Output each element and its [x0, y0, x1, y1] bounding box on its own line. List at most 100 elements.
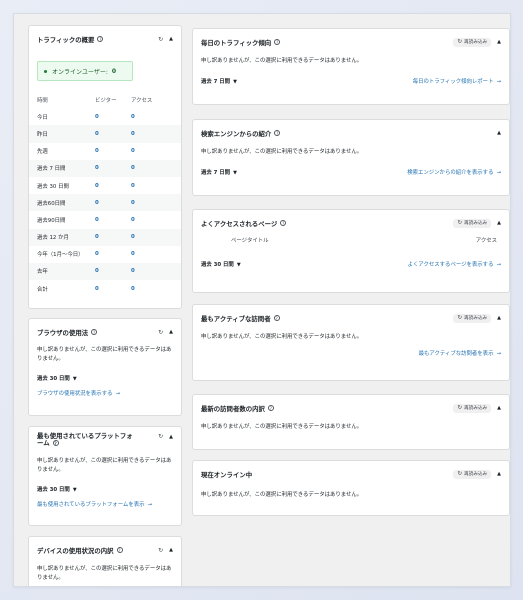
refresh-icon[interactable]: ↻ [158, 547, 163, 554]
reload-button[interactable]: ↻ 再読み込み [453, 469, 492, 479]
info-icon[interactable]: ? [97, 36, 104, 42]
table-header-row: 時間 ビジター アクセス [29, 91, 181, 108]
daily-traffic-header: 毎日のトラフィック傾向 ? ↻ 再読み込み ▲ [193, 29, 509, 55]
table-row: 過去 12 か月 0 0 [29, 228, 181, 246]
link-label: 最も使用されているプラットフォームを表示 [37, 502, 145, 508]
row-visits-value[interactable]: 0 [131, 246, 181, 263]
card-title: 現在オンライン中 [201, 470, 253, 479]
collapse-toggle-icon[interactable]: ▲ [497, 130, 501, 136]
period-dropdown[interactable]: 過去 30 日間 ▼ [37, 485, 77, 493]
row-visitors-value[interactable]: 0 [95, 280, 131, 297]
row-visitors-value[interactable]: 0 [95, 108, 131, 125]
view-search-referrals-link[interactable]: 検索エンジンからの紹介を表示する → [407, 168, 501, 176]
reload-icon: ↻ [457, 315, 463, 321]
refresh-icon[interactable]: ↻ [158, 36, 163, 43]
right-column: 毎日のトラフィック傾向 ? ↻ 再読み込み ▲ 申し訳ありませんが、この選択に利用… [192, 25, 510, 526]
row-period-label: 合計 [37, 286, 48, 293]
row-visitors-value[interactable]: 0 [95, 228, 131, 246]
collapse-toggle-icon[interactable]: ▲ [169, 434, 173, 440]
row-visitors-value[interactable]: 0 [95, 262, 131, 281]
reload-button[interactable]: ↻ 再読み込み [453, 218, 492, 228]
period-dropdown-label: 過去 7 日間 [201, 79, 231, 85]
card-title: 検索エンジンからの紹介 [201, 129, 272, 138]
row-period-label: 去年 [29, 262, 95, 281]
collapse-toggle-icon[interactable]: ▲ [169, 329, 173, 335]
row-visits-value[interactable]: 0 [131, 262, 181, 281]
row-visitors-value[interactable]: 0 [95, 125, 131, 143]
card-title: 最新の訪問者数の内訳 [201, 404, 265, 413]
collapse-toggle-icon[interactable]: ▲ [497, 220, 501, 226]
refresh-icon[interactable]: ↻ [158, 433, 163, 440]
no-data-message: 申し訳ありませんが、この選択に利用できるデータはありません。 [201, 492, 363, 498]
info-icon[interactable]: ? [274, 130, 281, 136]
search-referrals-header: 検索エンジンからの紹介 ? ▲ [193, 120, 509, 146]
column-header-page-title: ページタイトル [231, 238, 269, 244]
row-visits-value[interactable]: 0 [131, 143, 181, 160]
table-row: 去年 0 0 [29, 262, 181, 281]
info-icon[interactable]: ? [280, 220, 287, 226]
period-dropdown[interactable]: 過去 7 日間 ▼ [201, 168, 237, 176]
row-visits-value[interactable]: 0 [131, 108, 181, 125]
refresh-icon[interactable]: ↻ [158, 329, 163, 336]
collapse-toggle-icon[interactable]: ▲ [497, 471, 501, 477]
card-title: 毎日のトラフィック傾向 [201, 38, 272, 47]
daily-traffic-report-link[interactable]: 毎日のトラフィック傾向レポート → [413, 77, 501, 85]
row-visits-value[interactable]: 0 [131, 211, 181, 228]
info-icon[interactable]: ? [274, 39, 281, 45]
arrow-right-icon: → [115, 391, 121, 397]
row-visits-value[interactable]: 0 [131, 177, 181, 194]
view-top-pages-link[interactable]: よくアクセスするページを表示する → [408, 260, 501, 268]
top-pages-table-header: ページタイトル アクセス [193, 236, 509, 244]
row-visitors-value[interactable]: 0 [95, 159, 131, 177]
row-visits-value[interactable]: 0 [131, 228, 181, 246]
collapse-toggle-icon[interactable]: ▲ [169, 36, 173, 42]
row-visits-value[interactable]: 0 [131, 280, 181, 297]
collapse-toggle-icon[interactable]: ▲ [497, 39, 501, 45]
reload-button[interactable]: ↻ 再読み込み [453, 403, 492, 413]
period-dropdown[interactable]: 過去 7 日間 ▼ [201, 77, 237, 85]
row-visitors-value[interactable]: 0 [95, 177, 131, 194]
info-icon[interactable]: ? [91, 329, 98, 335]
view-browser-usage-link[interactable]: ブラウザの使用状況を表示する → [37, 391, 120, 397]
row-visitors-value[interactable]: 0 [95, 143, 131, 160]
reload-icon: ↻ [457, 405, 463, 411]
no-data-message: 申し訳ありませんが、この選択に利用できるデータはありません。 [37, 566, 172, 581]
search-referrals-card: 検索エンジンからの紹介 ? ▲ 申し訳ありませんが、この選択に利用できるデータは… [192, 119, 510, 196]
card-title: よくアクセスされるページ [201, 219, 278, 228]
row-visitors-value[interactable]: 0 [95, 211, 131, 228]
info-icon[interactable]: ? [116, 547, 123, 553]
row-period-label: 過去90日間 [37, 217, 66, 224]
reload-button[interactable]: ↻ 再読み込み [453, 37, 492, 47]
info-icon[interactable]: ? [273, 315, 280, 321]
row-visits-value[interactable]: 0 [131, 159, 181, 177]
view-active-visitors-link[interactable]: 最もアクティブな訪問者を表示 → [419, 351, 501, 357]
collapse-toggle-icon[interactable]: ▲ [497, 405, 501, 411]
collapse-toggle-icon[interactable]: ▲ [497, 315, 501, 321]
collapse-toggle-icon[interactable]: ▲ [169, 547, 173, 553]
column-header-visits: アクセス [475, 238, 497, 244]
row-visits-value[interactable]: 0 [131, 194, 181, 212]
row-visitors-value[interactable]: 0 [95, 194, 131, 212]
info-icon[interactable]: ? [267, 405, 274, 411]
row-period-label: 過去 12 か月 [29, 228, 95, 246]
reload-icon: ↻ [457, 220, 463, 226]
period-dropdown-label: 過去 30 日間 [37, 487, 70, 493]
row-period-label: 過去 7 日間 [29, 159, 95, 177]
traffic-overview-card: トラフィックの概要 ? ↻ ▲ オンラインユーザー: 0 時間 ビジター アクセ… [28, 25, 182, 309]
period-dropdown-label: 過去 30 日間 [201, 262, 234, 268]
reload-label: 再読み込み [464, 472, 488, 477]
recent-visitors-card: 最新の訪問者数の内訳 ? ↻ 再読み込み ▲ 申し訳ありませんが、この選択に利用で… [192, 394, 510, 450]
table-row: 今日 0 0 [29, 108, 181, 125]
period-dropdown[interactable]: 過去 30 日間 ▼ [37, 374, 77, 382]
table-row: 合計 0 0 [29, 280, 181, 297]
reload-button[interactable]: ↻ 再読み込み [453, 313, 492, 323]
info-icon[interactable]: ? [52, 440, 59, 446]
period-dropdown[interactable]: 過去 30 日間 ▼ [201, 260, 241, 268]
online-status-dot-icon [44, 69, 47, 73]
row-visits-value[interactable]: 0 [131, 125, 181, 143]
card-title: トラフィックの概要 [37, 35, 95, 44]
reload-label: 再読み込み [464, 316, 488, 321]
reload-label: 再読み込み [464, 406, 488, 411]
row-visitors-value[interactable]: 0 [95, 246, 131, 263]
view-platforms-link[interactable]: 最も使用されているプラットフォームを表示 → [37, 502, 152, 508]
